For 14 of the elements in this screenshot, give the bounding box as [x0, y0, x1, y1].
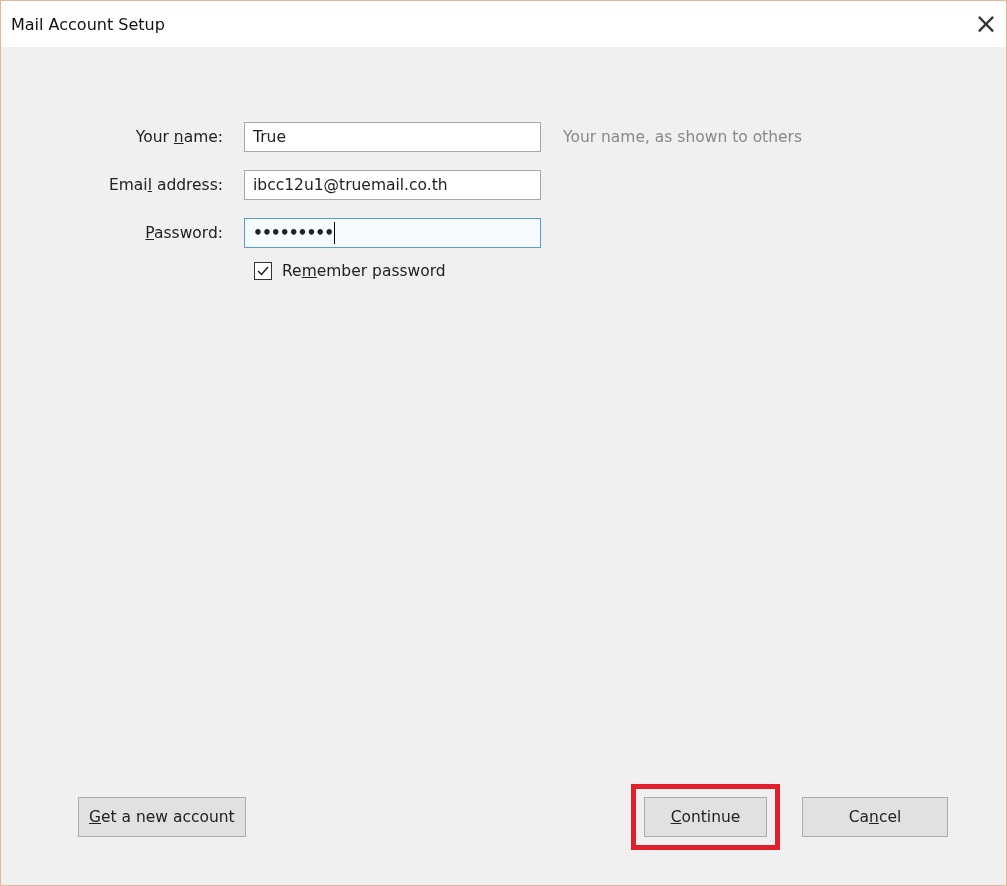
input-field[interactable]: ••••••••• — [244, 218, 541, 248]
field-hint: Your name, as shown to others — [562, 128, 803, 146]
dialog-button[interactable]: Get a new account — [78, 797, 246, 837]
dialog-button[interactable]: Cancel — [802, 797, 948, 837]
field-label: Password: — [144, 224, 224, 242]
dialog-button[interactable]: Continue — [644, 797, 767, 837]
input-field[interactable]: ibcc12u1@truemail.co.th — [244, 170, 541, 200]
window-title: Mail Account Setup — [11, 14, 165, 34]
checkbox[interactable] — [254, 262, 272, 280]
field-label: Email address: — [107, 176, 224, 194]
checkbox-label[interactable]: Remember password — [282, 262, 446, 280]
input-field[interactable]: True — [244, 122, 541, 152]
close-button[interactable]: × — [966, 10, 1006, 38]
field-label: Your name: — [134, 128, 224, 146]
